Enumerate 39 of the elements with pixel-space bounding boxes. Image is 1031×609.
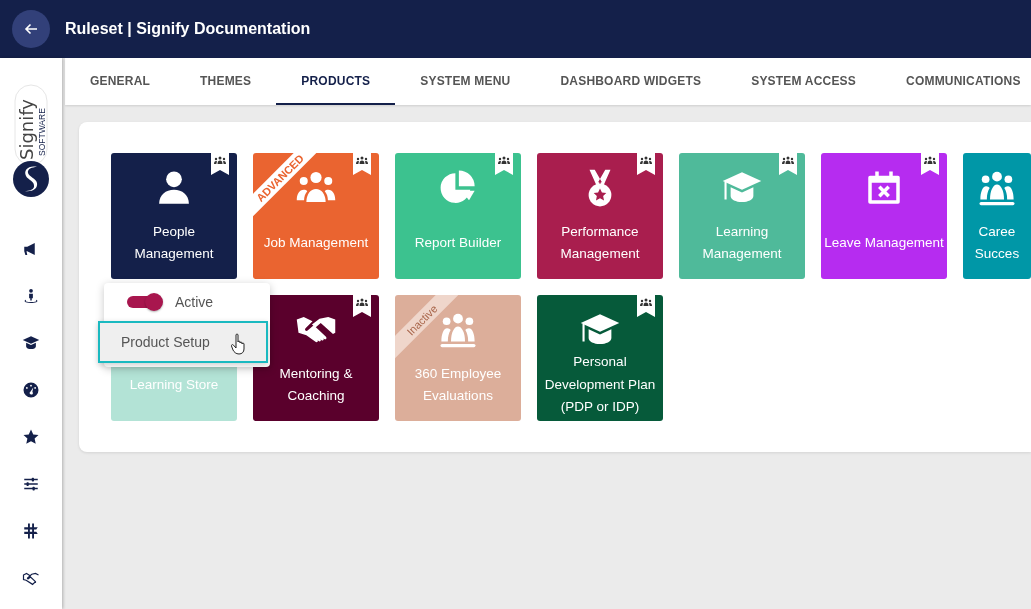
tile-title: 360 Employee Evaluations <box>413 364 503 405</box>
tab[interactable]: COMMUNICATIONS <box>881 58 1031 105</box>
star-icon[interactable] <box>22 428 40 446</box>
tab[interactable]: SYSTEM MENU <box>395 58 536 105</box>
logo-icon <box>12 160 50 198</box>
tile-title: Report Builder <box>413 233 503 252</box>
toggle-label: Active <box>175 294 214 310</box>
tab[interactable]: PRODUCTS <box>276 58 396 105</box>
signpost-icon[interactable] <box>22 522 40 540</box>
product-tile[interactable]: Performance Management <box>537 153 663 279</box>
product-tile[interactable]: Leave Management <box>821 153 947 279</box>
back-button[interactable] <box>12 10 50 48</box>
sliders-icon[interactable] <box>22 475 40 493</box>
person-pin-icon[interactable] <box>22 287 40 305</box>
tile-title: Personal Development Plan (PDP or IDP) <box>543 353 657 417</box>
tab[interactable]: THEMES <box>175 58 277 105</box>
tile-title: Performance Management <box>559 222 641 263</box>
active-toggle[interactable] <box>127 293 163 311</box>
graduation-cap-icon[interactable] <box>22 334 40 352</box>
product-tile[interactable]: Caree Succes <box>963 153 1031 279</box>
tile-title: Mentoring & Coaching <box>278 364 354 405</box>
logo-wordmark: Signify SOFTWARE <box>14 84 48 166</box>
tab[interactable]: SYSTEM ACCESS <box>726 58 882 105</box>
tab[interactable]: GENERAL <box>65 58 176 105</box>
tab[interactable]: DASHBOARD WIDGETS <box>535 58 727 105</box>
gauge-icon[interactable] <box>22 381 40 399</box>
tile-title: Caree Succes <box>973 222 1021 263</box>
tile-title: Learning Store <box>128 375 220 394</box>
arrow-left-icon <box>24 22 38 36</box>
product-tile[interactable]: Mentoring & Coaching <box>253 295 379 421</box>
menu-item[interactable]: Product Setup <box>98 321 268 363</box>
page-title: Ruleset | Signify Documentation <box>65 20 311 38</box>
tile-title: Learning Management <box>701 222 783 263</box>
hand-cursor-icon <box>231 333 247 355</box>
tile-title: People Management <box>133 222 215 263</box>
tile-title: Job Management <box>262 233 370 252</box>
product-tile[interactable]: People Management <box>111 153 237 279</box>
product-tile[interactable]: Personal Development Plan (PDP or IDP) <box>537 295 663 421</box>
tile-title: Leave Management <box>823 233 945 252</box>
